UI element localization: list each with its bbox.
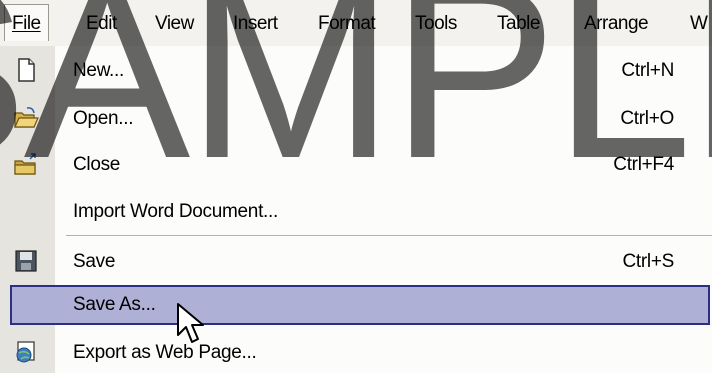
menu-item-new-label: New...	[73, 60, 124, 81]
export-web-icon	[13, 339, 39, 365]
open-folder-icon	[13, 105, 39, 131]
menu-edit[interactable]: Edit	[86, 13, 117, 35]
new-document-icon	[13, 57, 39, 83]
menu-table[interactable]: Table	[497, 13, 540, 35]
menu-window[interactable]: W	[690, 13, 708, 35]
menu-bar: File Edit View Insert Format Tools Table…	[0, 0, 712, 47]
menu-file[interactable]: File	[4, 4, 49, 41]
menu-item-save-label: Save	[73, 251, 116, 272]
menu-file-label: File	[12, 13, 41, 34]
menu-item-new-shortcut: Ctrl+N	[621, 60, 674, 81]
menu-separator	[66, 235, 712, 237]
menu-item-save-as-label: Save As...	[73, 294, 156, 315]
menu-item-import-word-label: Import Word Document...	[73, 201, 278, 222]
menu-item-import-word[interactable]: Import Word Document...	[0, 189, 712, 235]
menu-item-export-web[interactable]: Export as Web Page...	[0, 330, 712, 376]
menu-item-close[interactable]: Close Ctrl+F4	[0, 142, 712, 188]
menu-item-open-label: Open...	[73, 108, 134, 129]
menu-item-new[interactable]: New... Ctrl+N	[0, 48, 712, 94]
menu-item-close-shortcut: Ctrl+F4	[613, 154, 674, 175]
menu-insert[interactable]: Insert	[233, 13, 278, 35]
menu-item-export-web-label: Export as Web Page...	[73, 342, 257, 363]
close-folder-icon	[13, 151, 39, 177]
menu-item-open-shortcut: Ctrl+O	[620, 108, 674, 129]
floppy-disk-icon	[13, 248, 39, 274]
menu-format[interactable]: Format	[318, 13, 376, 35]
menu-tools[interactable]: Tools	[415, 13, 457, 35]
menu-view[interactable]: View	[155, 13, 194, 35]
menu-item-save-as[interactable]: Save As...	[0, 283, 712, 329]
menu-item-close-label: Close	[73, 154, 121, 175]
menu-arrange[interactable]: Arrange	[584, 13, 649, 35]
file-menu-dropdown: New... Ctrl+N Open... Ctrl+O Close Ctrl+…	[0, 46, 712, 373]
menu-item-save-shortcut: Ctrl+S	[622, 251, 674, 272]
menu-item-open[interactable]: Open... Ctrl+O	[0, 96, 712, 142]
menu-item-save[interactable]: Save Ctrl+S	[0, 239, 712, 285]
